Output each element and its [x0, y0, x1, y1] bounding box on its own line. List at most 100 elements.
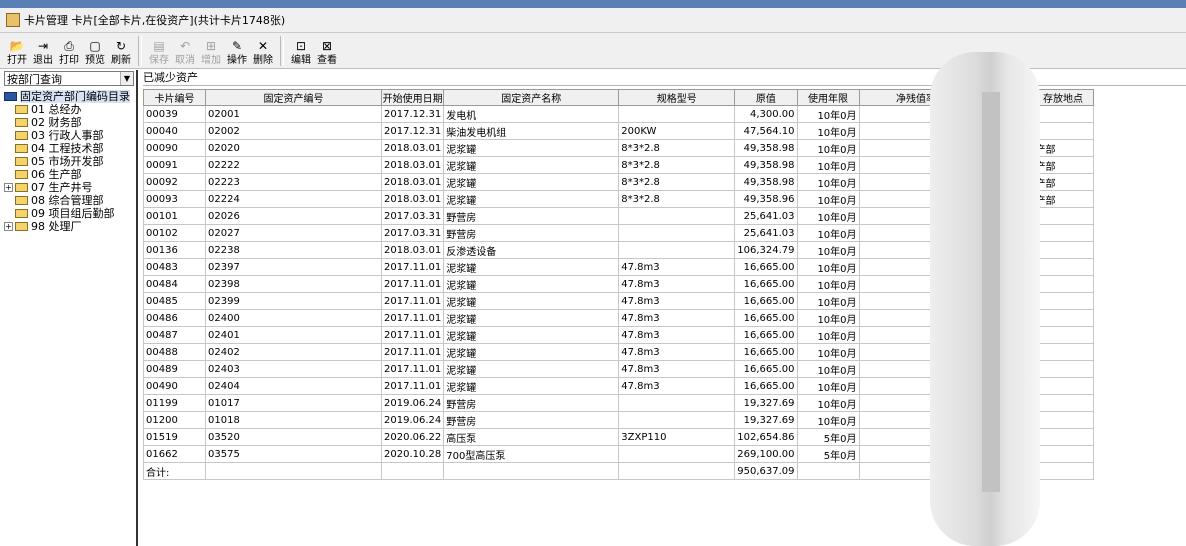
table-cell: 16,665.00: [734, 258, 798, 276]
column-header[interactable]: 原值: [734, 89, 798, 106]
column-header[interactable]: 固定资产编号: [205, 89, 382, 106]
column-header[interactable]: 使用年限: [796, 89, 860, 106]
tree-item[interactable]: 02 财务部: [4, 116, 138, 129]
column-header[interactable]: 规格型号: [618, 89, 736, 106]
table-cell: 47.8m3: [618, 258, 736, 276]
toolbar-button-label: 保存: [149, 55, 169, 66]
table-cell: [1032, 428, 1094, 446]
table-cell: 泥浆罐: [443, 360, 620, 378]
table-cell: 产部: [1032, 139, 1094, 157]
column-header[interactable]: 卡片编号: [143, 89, 206, 106]
table-cell: 4,300.00: [734, 105, 798, 123]
table-cell: [618, 105, 736, 123]
table-cell: [1032, 309, 1094, 327]
folder-icon: [4, 92, 17, 101]
redaction-blur-stripe: [982, 92, 1000, 492]
toolbar-button-edit[interactable]: ⊡ 编辑: [288, 34, 314, 68]
table-cell: 47,564.10: [734, 122, 798, 140]
table-cell: 10年0月: [796, 207, 860, 225]
table-cell: 2018.03.01: [380, 241, 445, 259]
toolbar-button-label: 增加: [201, 55, 221, 66]
toolbar-button-refresh[interactable]: ↻ 刷新: [108, 34, 134, 68]
table-cell: 00490: [143, 377, 206, 395]
table-cell: 200KW: [618, 122, 736, 140]
table-cell: 02400: [205, 309, 382, 327]
query-mode-dropdown[interactable]: 按部门查询 ▼: [4, 71, 134, 86]
folder-icon: [15, 170, 28, 179]
table-cell: 19,327.69: [734, 411, 798, 429]
table-cell: 2020.10.28: [380, 445, 445, 463]
tree-item[interactable]: 04 工程技术部: [4, 142, 138, 155]
tree-item[interactable]: +07 生产井号: [4, 181, 138, 194]
folder-icon: [15, 209, 28, 218]
table-cell: [796, 462, 860, 480]
table-cell: [1032, 411, 1094, 429]
cancel-icon: ↶: [179, 39, 191, 53]
toolbar-button-label: 删除: [253, 55, 273, 66]
query-mode-value: 按部门查询: [7, 72, 62, 86]
table-cell: 00486: [143, 309, 206, 327]
toolbar-button-preview[interactable]: ▢ 预览: [82, 34, 108, 68]
table-cell: [618, 445, 736, 463]
table-cell: 02223: [205, 173, 382, 191]
column-header[interactable]: 固定资产名称: [443, 89, 620, 106]
table-cell: 泥浆罐: [443, 377, 620, 395]
column-header[interactable]: 存放地点: [1032, 89, 1094, 106]
toolbar-button-view[interactable]: ⊠ 查看: [314, 34, 340, 68]
toolbar-button-save[interactable]: ▤ 保存: [146, 34, 172, 68]
table-cell: [443, 462, 620, 480]
table-cell: 00136: [143, 241, 206, 259]
table-cell: 2017.03.31: [380, 207, 445, 225]
table-cell: 02404: [205, 377, 382, 395]
tree-item-label: 06 生产部: [31, 168, 82, 181]
table-cell: 02222: [205, 156, 382, 174]
expand-icon[interactable]: +: [4, 222, 13, 231]
toolbar-button-delete[interactable]: ✕ 删除: [250, 34, 276, 68]
table-cell: [1032, 326, 1094, 344]
add-icon: ⊞: [205, 39, 217, 53]
toolbar-button-label: 打印: [59, 55, 79, 66]
table-cell: 00040: [143, 122, 206, 140]
tree-item-label: 固定资产部门编码目录: [20, 90, 130, 103]
table-cell: 00092: [143, 173, 206, 191]
toolbar-button-exit[interactable]: ⇥ 退出: [30, 34, 56, 68]
folder-icon: [15, 105, 28, 114]
tree-root[interactable]: 固定资产部门编码目录: [4, 90, 138, 103]
table-cell: 野营房: [443, 224, 620, 242]
chevron-down-icon[interactable]: ▼: [120, 72, 133, 85]
tree-item[interactable]: +98 处理厂: [4, 220, 138, 233]
table-cell: 2017.11.01: [380, 292, 445, 310]
tree-item[interactable]: 06 生产部: [4, 168, 138, 181]
expand-icon[interactable]: +: [4, 183, 13, 192]
table-cell: 反渗透设备: [443, 241, 620, 259]
tree-item[interactable]: 08 综合管理部: [4, 194, 138, 207]
column-header[interactable]: 开始使用日期: [380, 89, 445, 106]
folder-icon: [15, 196, 28, 205]
table-cell: 2018.03.01: [380, 139, 445, 157]
table-cell: 2020.06.22: [380, 428, 445, 446]
tree-item[interactable]: 05 市场开发部: [4, 155, 138, 168]
tree-item[interactable]: 01 总经办: [4, 103, 138, 116]
table-cell: [618, 207, 736, 225]
toolbar-button-open[interactable]: 📂 打开: [4, 34, 30, 68]
title-bar-strip: [0, 0, 1186, 8]
toolbar-separator: [138, 35, 142, 66]
table-cell: 10年0月: [796, 105, 860, 123]
toolbar-button-operate[interactable]: ✎ 操作: [224, 34, 250, 68]
edit-icon: ⊡: [295, 39, 307, 53]
view-icon: ⊠: [321, 39, 333, 53]
app-icon: [6, 13, 20, 27]
total-label: 合计:: [143, 462, 206, 480]
table-cell: 产部: [1032, 173, 1094, 191]
toolbar-button-print[interactable]: ⎙ 打印: [56, 34, 82, 68]
table-cell: 野营房: [443, 394, 620, 412]
table-cell: [618, 394, 736, 412]
toolbar-button-cancel[interactable]: ↶ 取消: [172, 34, 198, 68]
table-cell: 泥浆罐: [443, 156, 620, 174]
tree-item[interactable]: 03 行政人事部: [4, 129, 138, 142]
tree-item[interactable]: 09 项目组后勤部: [4, 207, 138, 220]
table-cell: 5年0月: [796, 428, 860, 446]
tree-item-label: 09 项目组后勤部: [31, 207, 115, 220]
toolbar-button-add[interactable]: ⊞ 增加: [198, 34, 224, 68]
table-cell: 25,641.03: [734, 224, 798, 242]
